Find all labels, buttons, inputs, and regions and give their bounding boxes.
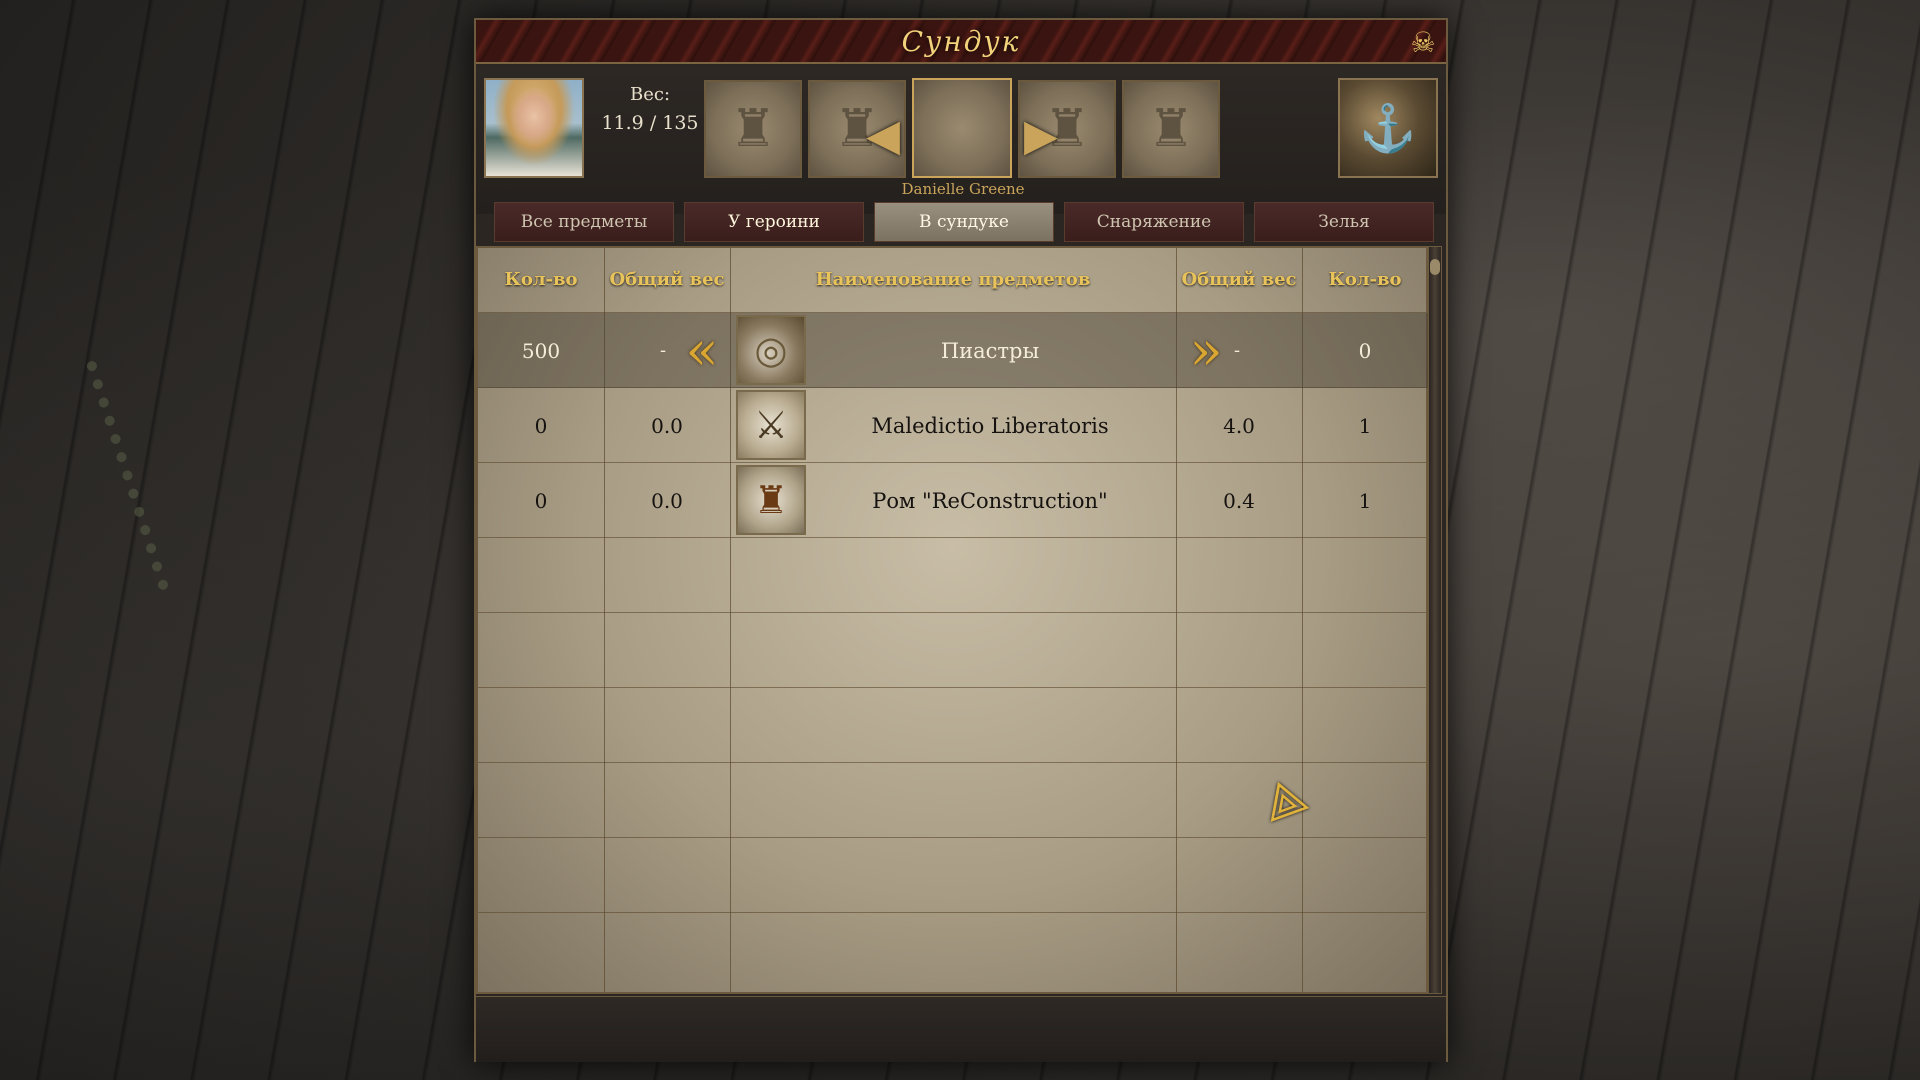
officer-slot-5[interactable]: ♜ (1122, 80, 1220, 178)
rum-bottle-icon: ♜ (736, 465, 806, 535)
qty-right-cell: 1 (1358, 413, 1372, 438)
weight-value: 11.9 / 135 (601, 112, 699, 134)
header-qty-right: Кол-во (1328, 269, 1402, 290)
heroine-portrait (484, 78, 584, 178)
row-divider (478, 612, 1426, 613)
officer-slot-2[interactable]: ♜ ◀ (808, 80, 906, 178)
tab-all-items[interactable]: Все предметы (494, 202, 674, 242)
scrollbar-thumb[interactable] (1430, 259, 1440, 275)
row-divider (478, 837, 1426, 838)
qty-left-cell: 0 (534, 413, 548, 438)
weight-label: Вес: (629, 84, 671, 105)
table-scrollbar[interactable] (1428, 246, 1442, 994)
transfer-right-icon[interactable]: » (1178, 319, 1234, 382)
character-panel: Вес: 11.9 / 135 ♜ ♜ ◀ ♜ ▶ ♜ Danielle Gre… (476, 66, 1446, 214)
transfer-left-icon[interactable]: « (674, 319, 730, 382)
officer-bust-icon: ♜ (729, 99, 777, 159)
qty-right-cell: 1 (1358, 488, 1372, 513)
header-item-name: Наименование предметов (815, 269, 1091, 290)
weight-left-cell: 0.0 (651, 488, 683, 513)
heroine-slot-selected[interactable] (912, 78, 1012, 178)
header-weight-right: Общий вес (1181, 269, 1297, 290)
weight-right-cell: - (1234, 340, 1241, 361)
items-table: Кол-во Общий вес Наименование предметов … (476, 246, 1428, 994)
next-character-arrow-icon[interactable]: ▶ (1024, 110, 1058, 161)
coins-icon: ◎ (736, 315, 806, 385)
item-name-cell: Maledictio Liberatoris (871, 413, 1109, 438)
weight-right-cell: 0.4 (1223, 488, 1255, 513)
row-divider (478, 687, 1426, 688)
window-title: Сундук (901, 24, 1021, 58)
tab-equipment[interactable]: Снаряжение (1064, 202, 1244, 242)
qty-left-cell: 500 (521, 338, 561, 363)
filter-tabs: Все предметы У героини В сундуке Снаряже… (494, 202, 1434, 242)
qty-left-cell: 0 (534, 488, 548, 513)
table-row[interactable]: 0 0.0 ⚔ Maledictio Liberatoris 4.0 1 (478, 388, 1428, 463)
row-divider (478, 762, 1426, 763)
chest-glyph: ⚓ (1359, 100, 1417, 155)
officer-bust-icon: ♜ (1147, 99, 1195, 159)
tab-potions[interactable]: Зелья (1254, 202, 1434, 242)
officer-slot-1[interactable]: ♜ (704, 80, 802, 178)
tab-in-chest[interactable]: В сундуке (874, 202, 1054, 242)
row-divider (478, 912, 1426, 913)
header-weight-left: Общий вес (609, 269, 725, 290)
weight-left-cell: 0.0 (651, 413, 683, 438)
item-name-cell: Ром "ReConstruction" (872, 488, 1108, 513)
weight-right-cell: 4.0 (1223, 413, 1255, 438)
sword-icon: ⚔ (736, 390, 806, 460)
character-name: Danielle Greene (901, 180, 1025, 198)
officer-slot-4[interactable]: ♜ ▶ (1018, 80, 1116, 178)
table-row[interactable]: 0 0.0 ♜ Ром "ReConstruction" 0.4 1 (478, 463, 1428, 538)
weight-left-cell: - (660, 340, 667, 361)
header-qty-left: Кол-во (504, 269, 578, 290)
bottom-bar (476, 996, 1446, 1062)
title-bar: Сундук ☠ (476, 20, 1446, 64)
chest-window: Сундук ☠ Вес: 11.9 / 135 ♜ ♜ ◀ ♜ ▶ ♜ Dan… (474, 18, 1448, 1062)
skull-crossbones-icon[interactable]: ☠ (1404, 24, 1442, 60)
tab-with-heroine[interactable]: У героини (684, 202, 864, 242)
qty-right-cell: 0 (1358, 338, 1372, 363)
table-row[interactable]: 500 - « ◎ Пиастры » - 0 (478, 313, 1428, 388)
item-name-cell: Пиастры (940, 338, 1040, 363)
prev-character-arrow-icon[interactable]: ◀ (866, 110, 900, 161)
treasure-chest-icon[interactable]: ⚓ (1338, 78, 1438, 178)
